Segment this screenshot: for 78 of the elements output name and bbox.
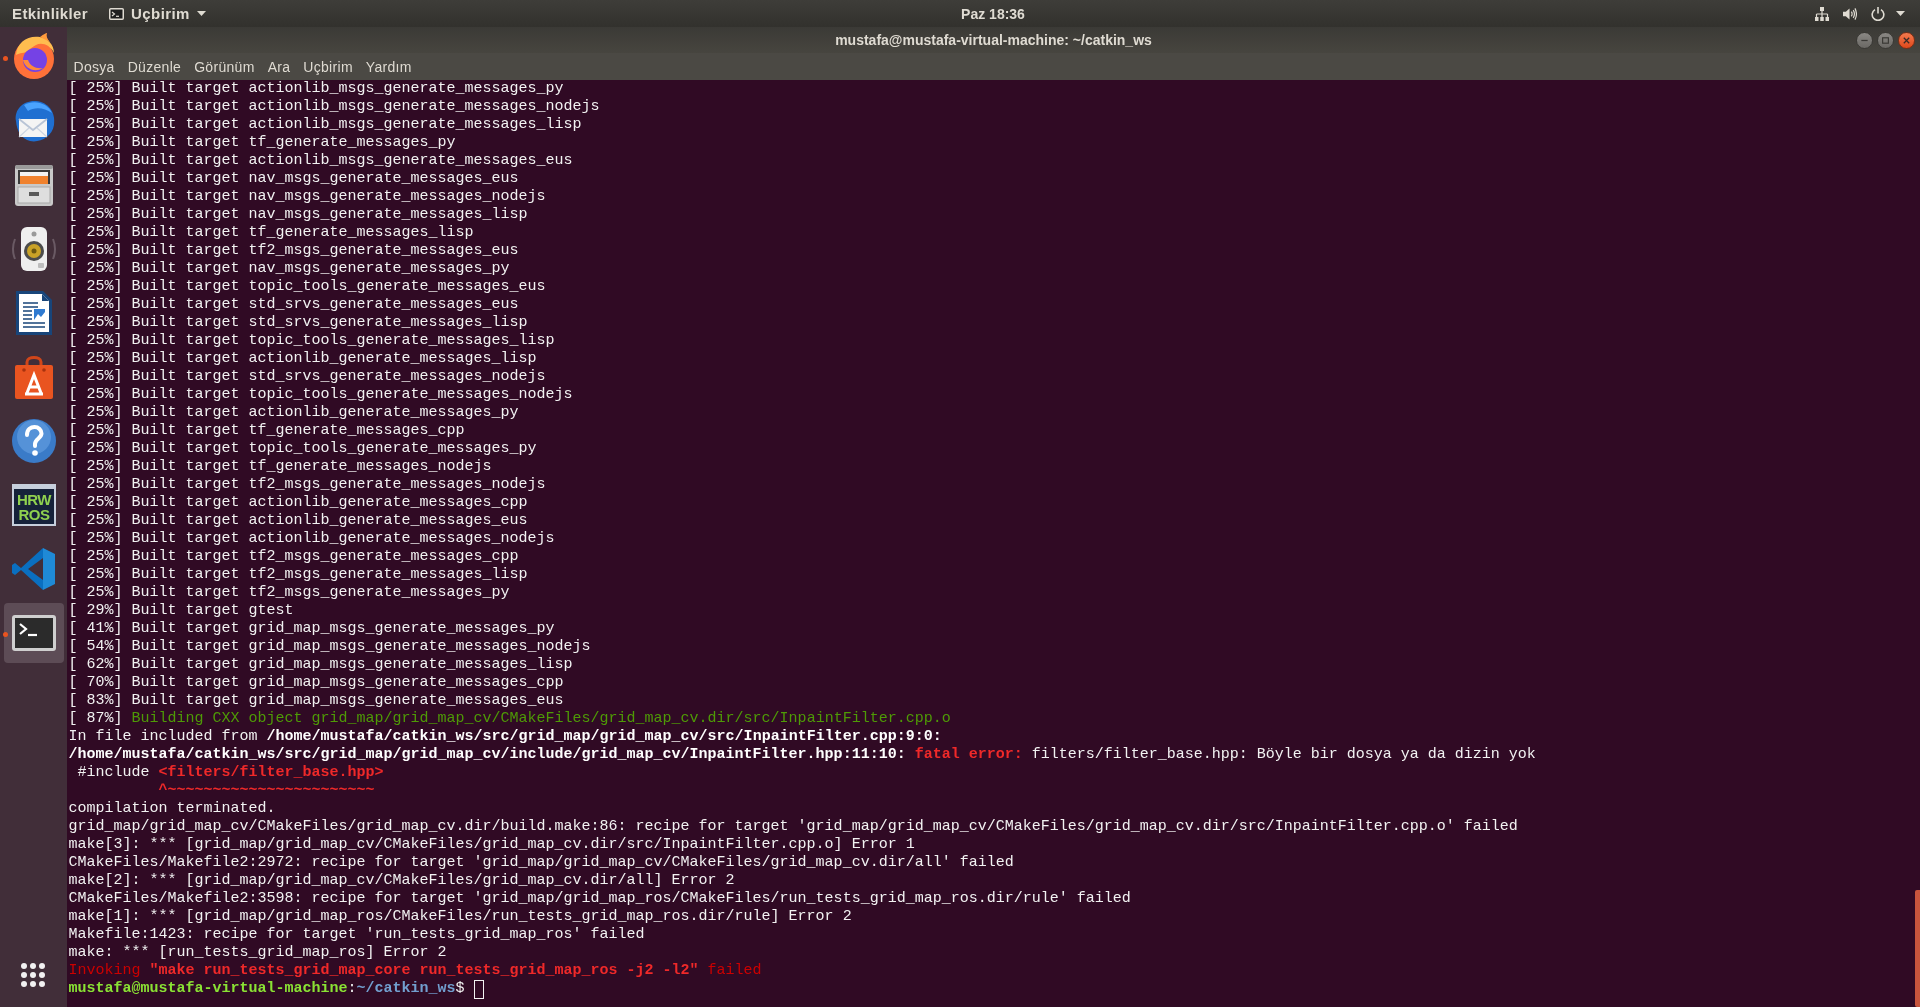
terminal-line: /home/mustafa/catkin_ws/src/grid_map/grid_map_cv/include/grid_map_cv/InpaintFilter.hpp:11:10: fatal error: filters/filter_base.hpp: Böyle bir dosya ya da dizin yok — [68, 746, 1536, 764]
activities-button[interactable]: Etkinlikler — [12, 4, 89, 23]
terminal-line: [ 25%] Built target std_srvs_generate_messages_eus — [68, 296, 519, 314]
apps-grid-icon[interactable] — [21, 963, 45, 987]
network-icon[interactable] — [1815, 6, 1829, 21]
terminal-line: [ 41%] Built target grid_map_msgs_generate_messages_py — [68, 620, 555, 638]
terminal-line: CMakeFiles/Makefile2:3598: recipe for target 'grid_map/grid_map_ros/CMakeFiles/run_tests_grid_map_ros.dir/rule' failed — [68, 890, 1131, 908]
terminal-line: [ 25%] Built target actionlib_generate_messages_nodejs — [68, 530, 555, 548]
terminal-line: [ 25%] Built target tf2_msgs_generate_messages_nodejs — [68, 476, 546, 494]
terminal-line: [ 29%] Built target gtest — [68, 602, 294, 620]
terminal-line: [ 25%] Built target nav_msgs_generate_messages_nodejs — [68, 188, 546, 206]
terminal-line: [ 25%] Built target actionlib_generate_messages_cpp — [68, 494, 528, 512]
menu-item[interactable]: Dosya — [67, 58, 122, 76]
terminal-line: [ 25%] Built target tf2_msgs_generate_messages_py — [68, 584, 510, 602]
app-menu-button[interactable]: Uçbirim — [109, 4, 206, 23]
speaker-icon — [10, 225, 58, 273]
terminal-line: [ 54%] Built target grid_map_msgs_generate_messages_nodejs — [68, 638, 591, 656]
prompt-text: mustafa@mustafa-virtual-machine:~/catkin_ws$ — [68, 980, 465, 998]
power-icon[interactable] — [1871, 6, 1885, 21]
maximize-icon — [1881, 35, 1890, 45]
terminal-line: [ 25%] Built target nav_msgs_generate_messages_eus — [68, 170, 519, 188]
terminal-line: [ 62%] Built target grid_map_msgs_generate_messages_lisp — [68, 656, 573, 674]
terminal-line: [ 25%] Built target actionlib_generate_messages_py — [68, 404, 519, 422]
terminal-line: [ 25%] Built target actionlib_generate_messages_lisp — [68, 350, 537, 368]
menu-item[interactable]: Yardım — [359, 58, 419, 76]
terminal-line: [ 25%] Built target actionlib_msgs_generate_messages_eus — [68, 152, 573, 170]
menu-item[interactable]: Ara — [261, 58, 297, 76]
terminal-line: [ 87%] Building CXX object grid_map/grid_map_cv/CMakeFiles/grid_map_cv.dir/src/InpaintFilter.cpp.o — [68, 710, 951, 728]
terminal-line: Makefile:1423: recipe for target 'run_tests_grid_map_ros' failed — [68, 926, 645, 944]
caret-icon[interactable] — [1896, 11, 1905, 16]
menu-item[interactable]: Düzenle — [121, 58, 188, 76]
terminal-line: [ 25%] Built target nav_msgs_generate_messages_py — [68, 260, 510, 278]
terminal-line: [ 25%] Built target actionlib_msgs_generate_messages_py — [68, 80, 564, 98]
terminal-line: make: *** [run_tests_grid_map_ros] Error 2 — [68, 944, 447, 962]
terminal-line: ^~~~~~~~~~~~~~~~~~~~~~~~ — [157, 782, 375, 800]
close-button[interactable] — [1898, 31, 1915, 49]
terminal-line: [ 25%] Built target tf2_msgs_generate_messages_lisp — [68, 566, 528, 584]
terminal-line: [ 25%] Built target nav_msgs_generate_messages_lisp — [68, 206, 528, 224]
terminal-line: [ 25%] Built target actionlib_generate_messages_eus — [68, 512, 528, 530]
terminal-line: grid_map/grid_map_cv/CMakeFiles/grid_map_cv.dir/build.make:86: recipe for target 'grid_map/grid_map_cv/CMakeFiles/grid_map_cv.dir/src/InpaintFilter.cpp.o' failed — [68, 818, 1518, 836]
minimize-button[interactable] — [1856, 31, 1873, 49]
terminal-line: [ 25%] Built target actionlib_msgs_generate_messages_lisp — [68, 116, 582, 134]
ribbon-icon — [10, 545, 58, 593]
terminal-line: [ 25%] Built target tf_generate_messages_cpp — [68, 422, 465, 440]
terminal-line: [ 25%] Built target topic_tools_generate_messages_eus — [68, 278, 546, 296]
terminal-line: CMakeFiles/Makefile2:2972: recipe for target 'grid_map/grid_map_cv/CMakeFiles/grid_map_cv.dir/all' failed — [68, 854, 1014, 872]
terminal-line: #include <filters/filter_base.hpp> — [76, 764, 384, 782]
terminal-line: [ 25%] Built target std_srvs_generate_messages_lisp — [68, 314, 528, 332]
window-title: mustafa@mustafa-virtual-machine: ~/catkin_ws — [835, 32, 1152, 48]
clock[interactable]: Paz 18:36 — [961, 4, 1025, 23]
maximize-button[interactable] — [1877, 31, 1894, 49]
terminal-line: make[2]: *** [grid_map/grid_map_cv/CMakeFiles/grid_map_cv.dir/all] Error 2 — [68, 872, 735, 890]
terminal-line: [ 25%] Built target tf2_msgs_generate_messages_cpp — [68, 548, 519, 566]
terminal-icon — [109, 7, 125, 20]
volume-icon[interactable] — [1843, 6, 1857, 21]
terminal-line: Invoking "make run_tests_grid_map_core run_tests_grid_map_ros -j2 -l2" failed — [68, 962, 762, 980]
terminal-line: [ 25%] Built target tf_generate_messages_py — [68, 134, 456, 152]
dock-item[interactable] — [4, 603, 64, 663]
help-icon — [10, 417, 58, 465]
terminal-line: [ 25%] Built target topic_tools_generate_messages_py — [68, 440, 537, 458]
menu-item[interactable]: Uçbirim — [296, 58, 360, 76]
terminal-line: [ 70%] Built target grid_map_msgs_generate_messages_cpp — [68, 674, 564, 692]
terminal-line: [ 25%] Built target tf_generate_messages_lisp — [68, 224, 474, 242]
terminal-line: compilation terminated. — [68, 800, 276, 818]
terminal-line: [ 25%] Built target actionlib_msgs_generate_messages_nodejs — [68, 98, 600, 116]
close-icon — [1902, 35, 1911, 45]
terminal-line: make[3]: *** [grid_map/grid_map_cv/CMakeFiles/grid_map_cv.dir/src/InpaintFilter.cpp.o] Error 1 — [68, 836, 915, 854]
terminal-line: [ 25%] Built target topic_tools_generate_messages_nodejs — [68, 386, 573, 404]
terminal-line: [ 25%] Built target tf2_msgs_generate_messages_eus — [68, 242, 519, 260]
scrollbar-thumb[interactable] — [1915, 890, 1920, 1007]
terminal-line: In file included from /home/mustafa/catkin_ws/src/grid_map/grid_map_cv/src/InpaintFilter.cpp:9:0: — [68, 728, 942, 746]
menu-item[interactable]: Görünüm — [187, 58, 262, 76]
terminal-line: [ 83%] Built target grid_map_msgs_generate_messages_eus — [68, 692, 564, 710]
terminal-line: [ 25%] Built target std_srvs_generate_messages_nodejs — [68, 368, 546, 386]
caret-icon — [196, 11, 206, 16]
terminal-line: make[1]: *** [grid_map/grid_map_ros/CMakeFiles/run_tests_grid_map_ros.dir/rule] Error 2 — [68, 908, 852, 926]
terminal-line: [ 25%] Built target tf_generate_messages_nodejs — [68, 458, 492, 476]
terminal-line: [ 25%] Built target topic_tools_generate_messages_lisp — [68, 332, 555, 350]
